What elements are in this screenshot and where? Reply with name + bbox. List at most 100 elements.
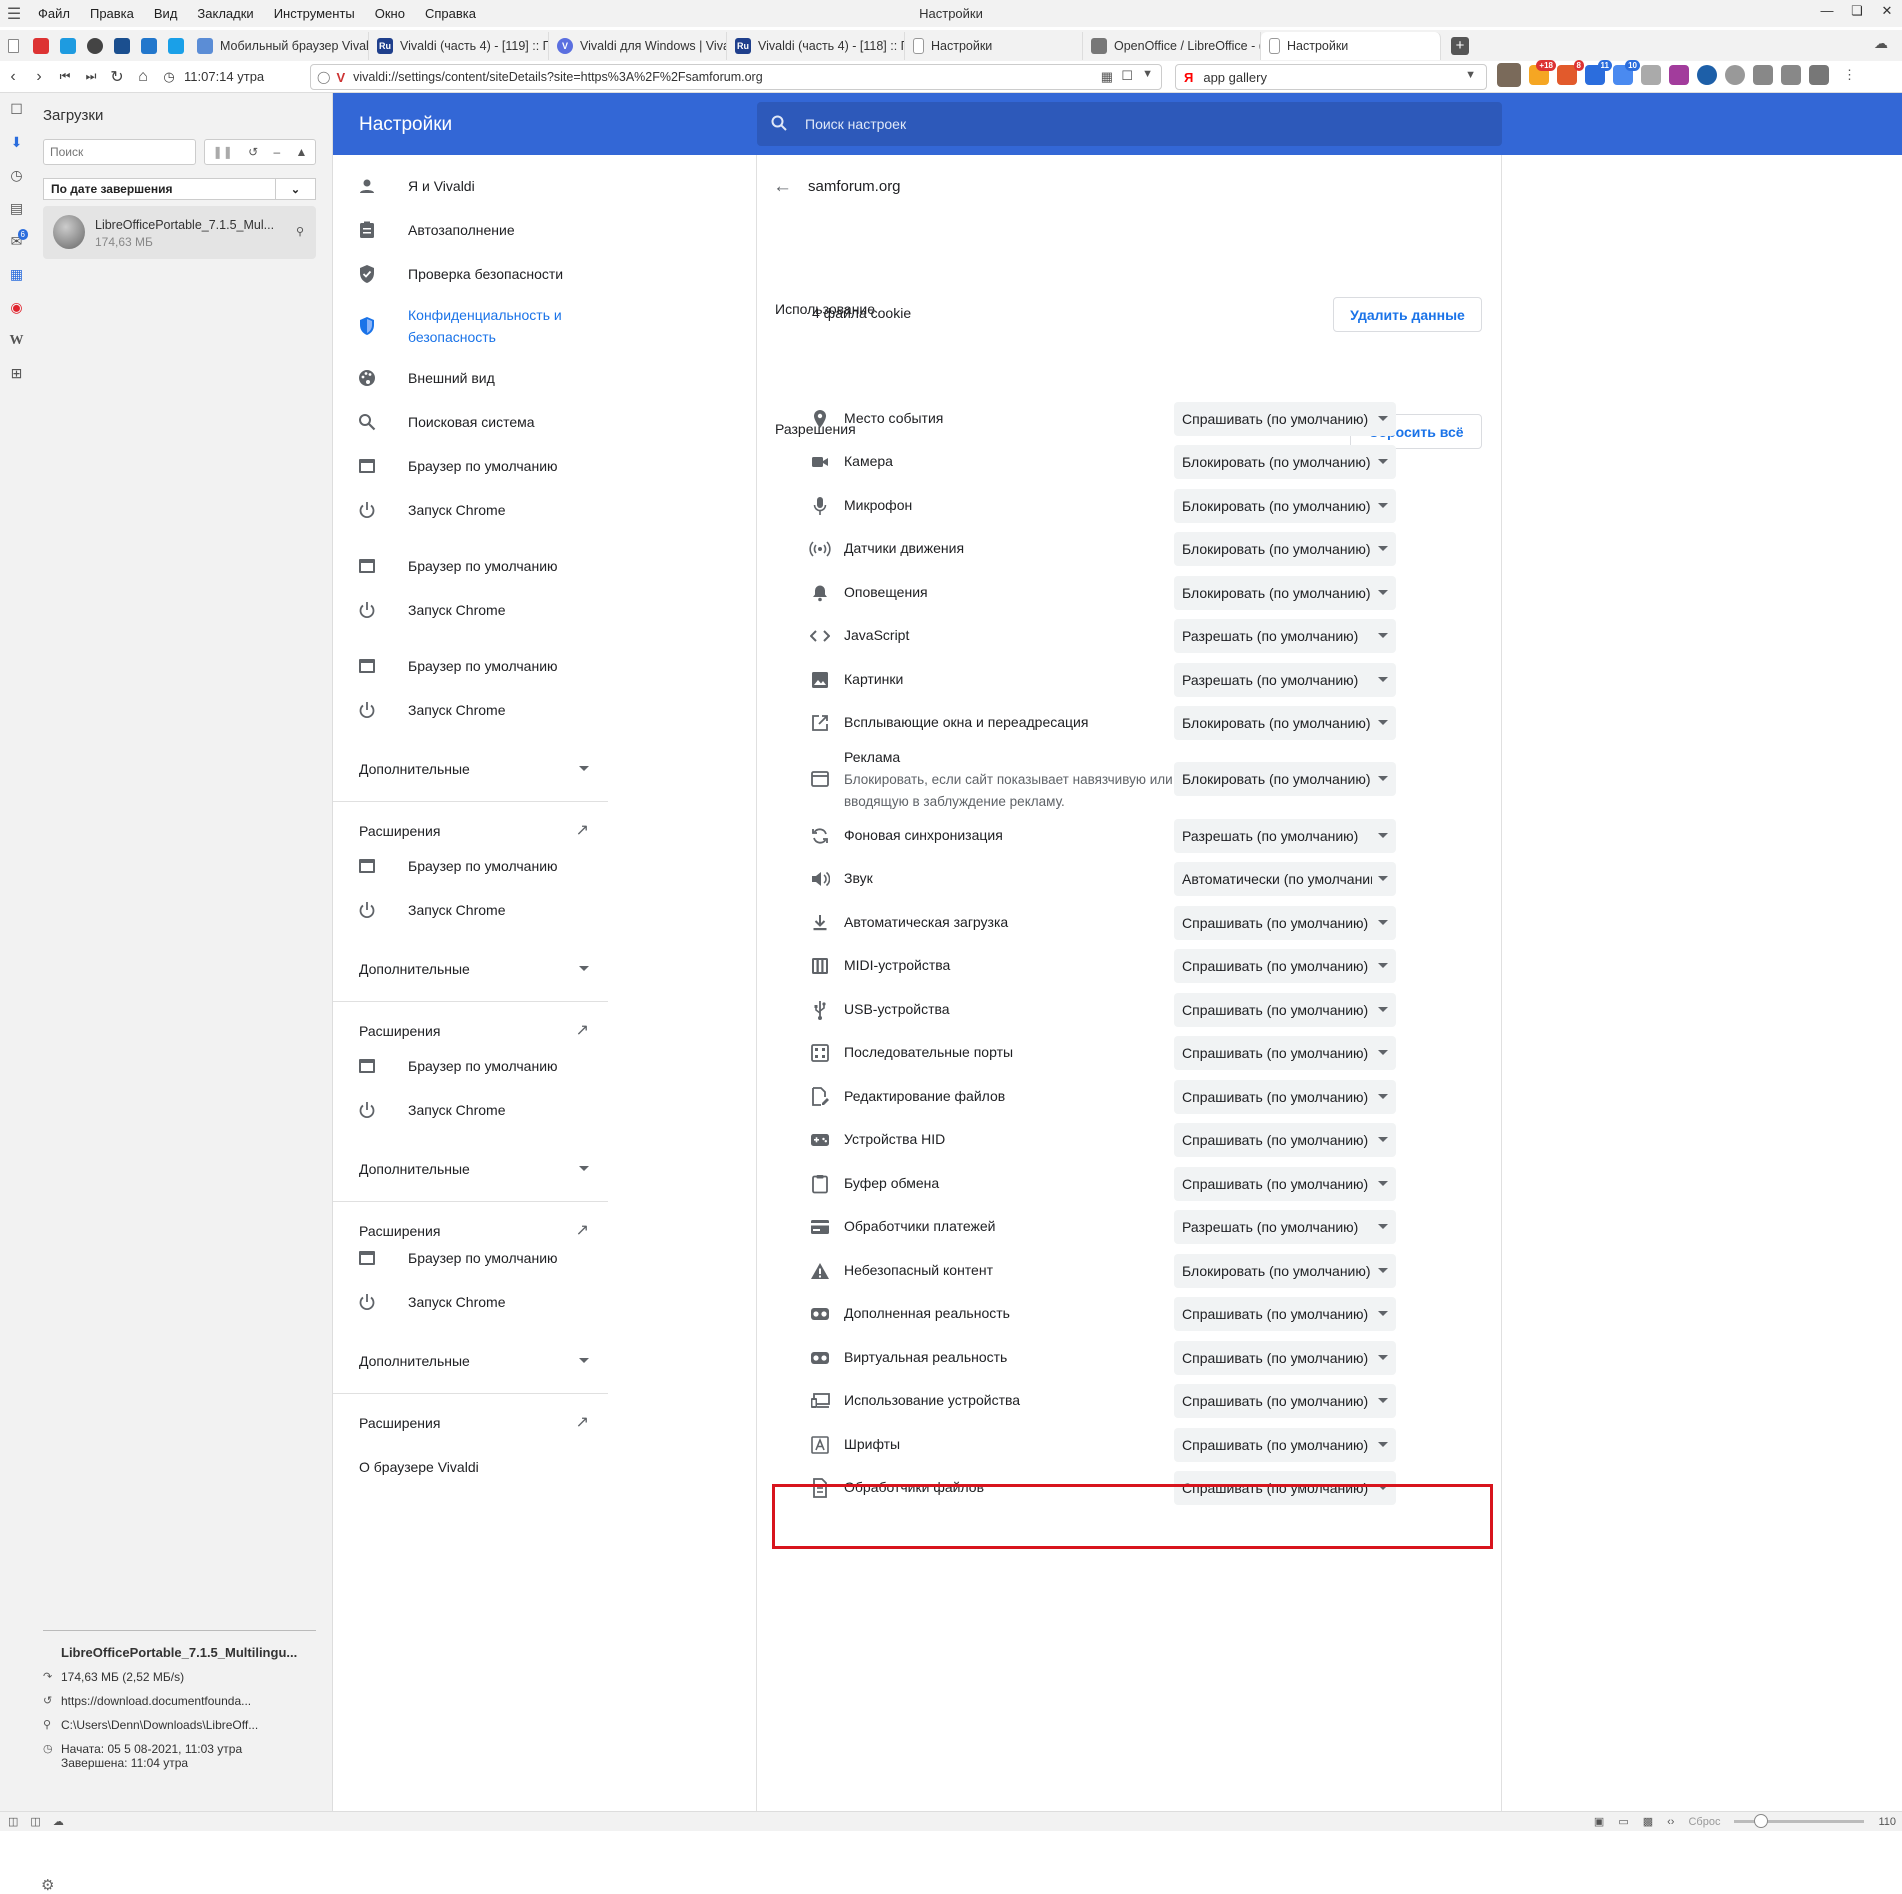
vivaldi-panel-icon[interactable]: ◉ [0,291,33,324]
permission-select[interactable]: Спрашивать (по умолчанию) [1174,1471,1396,1505]
nav-item-search-engine[interactable]: Поисковая система [333,401,608,443]
notes-panel-icon[interactable]: ▤ [0,192,33,225]
tab[interactable]: Ru Vivaldi (часть 4) - [118] :: П [727,31,905,60]
permission-select[interactable]: Спрашивать (по умолчанию) [1174,906,1396,940]
permission-select[interactable]: Разрешать (по умолчанию) [1174,1210,1396,1244]
detail-url[interactable]: https://download.documentfounda... [61,1694,251,1708]
zoom-slider[interactable] [1734,1814,1865,1828]
bookmarks-panel-icon[interactable]: ☐ [0,93,33,126]
permission-select[interactable]: Спрашивать (по умолчанию) [1174,1080,1396,1114]
pinned-tab[interactable] [81,32,108,59]
permission-select[interactable]: Разрешать (по умолчанию) [1174,819,1396,853]
new-tab-button[interactable]: + [1451,36,1469,55]
back-button[interactable]: ‹ [0,63,26,91]
pinned-tab[interactable] [108,32,135,59]
extension-icon[interactable] [1641,65,1661,85]
permission-select[interactable]: Спрашивать (по умолчанию) [1174,1384,1396,1418]
permission-select[interactable]: Блокировать (по умолчанию) [1174,1254,1396,1288]
url-dropdown-icon[interactable]: ▼ [1142,68,1153,80]
home-button[interactable]: ⌂ [130,63,156,91]
history-panel-icon[interactable]: ◷ [0,159,33,192]
menu-help[interactable]: Справка [415,6,486,21]
sync-cloud-icon[interactable]: ☁ [1874,35,1888,52]
nav-item-default-browser[interactable]: Браузер по умолчанию [333,645,608,687]
window-icon[interactable]: ▭ [1618,1815,1628,1828]
menu-bookmarks[interactable]: Закладки [187,6,263,21]
tab-active[interactable]: Настройки [1261,31,1441,60]
tab[interactable]: Настройки [905,31,1083,60]
menu-edit[interactable]: Правка [80,6,144,21]
permission-select[interactable]: Спрашивать (по умолчанию) [1174,1297,1396,1331]
code-icon[interactable]: ‹› [1667,1816,1674,1828]
extension-icon[interactable] [1669,65,1689,85]
pinned-tab[interactable] [27,32,54,59]
permission-select[interactable]: Блокировать (по умолчанию) [1174,762,1396,796]
minimize-icon[interactable]: — [1812,0,1842,24]
nav-item-me[interactable]: Я и Vivaldi [333,165,608,207]
wikipedia-panel-icon[interactable]: W [0,324,33,357]
menu-file[interactable]: Файл [28,6,80,21]
clear-data-button[interactable]: Удалить данные [1333,297,1482,332]
downloads-sort-select[interactable]: По дате завершения ⌄ [43,178,316,200]
nav-item-default-browser[interactable]: Браузер по умолчанию [333,1237,608,1279]
bookmark-icon[interactable]: ☐ [1121,68,1133,84]
forward-button[interactable]: › [26,63,52,91]
retry-icon[interactable]: ↺ [248,145,258,159]
tiling-icon[interactable]: ◫ [30,1815,40,1828]
permission-select[interactable]: Блокировать (по умолчанию) [1174,576,1396,610]
tab[interactable]: Мобильный браузер Vival [189,31,369,60]
pause-icon[interactable]: ❚❚ [213,145,233,159]
detail-path[interactable]: C:\Users\Denn\Downloads\LibreOff... [61,1718,258,1732]
permission-select[interactable]: Спрашивать (по умолчанию) [1174,993,1396,1027]
tab[interactable]: Ru Vivaldi (часть 4) - [119] :: П [369,31,549,60]
nav-advanced[interactable]: Дополнительные [359,1353,589,1369]
permission-select[interactable]: Спрашивать (по умолчанию) [1174,1428,1396,1462]
shield-icon[interactable]: ◯ [317,70,330,84]
close-icon[interactable]: ✕ [1872,0,1902,24]
pinned-tab[interactable] [162,32,189,59]
permission-select[interactable]: Спрашивать (по умолчанию) [1174,1036,1396,1070]
permission-select[interactable]: Блокировать (по умолчанию) [1174,489,1396,523]
permission-select[interactable]: Разрешать (по умолчанию) [1174,663,1396,697]
extension-icon[interactable]: +18 [1529,60,1556,85]
menu-tools[interactable]: Инструменты [264,6,365,21]
nav-advanced[interactable]: Дополнительные [359,761,589,777]
settings-search-input[interactable]: Поиск настроек [757,102,1502,146]
extension-icon[interactable] [1697,65,1717,85]
avatar[interactable] [1497,63,1521,87]
nav-item-startup[interactable]: Запуск Chrome [333,1089,608,1131]
pinned-tab[interactable] [135,32,162,59]
downloads-panel-icon[interactable]: ⬇ [0,126,33,159]
extension-icon[interactable] [1781,65,1801,85]
nav-item-startup[interactable]: Запуск Chrome [333,489,608,531]
menu-view[interactable]: Вид [144,6,188,21]
rewind-button[interactable]: ⏮ [52,63,78,91]
extension-icon[interactable]: 10 [1613,60,1640,85]
nav-about[interactable]: О браузере Vivaldi [359,1459,589,1475]
permission-select[interactable]: Блокировать (по умолчанию) [1174,445,1396,479]
panel-toggle-icon[interactable]: ◫ [8,1815,18,1828]
fast-forward-button[interactable]: ⏭ [78,63,104,91]
pinned-tab[interactable] [54,32,81,59]
pinned-tab[interactable] [0,32,27,59]
vivaldi-menu-icon[interactable]: ☰ [0,0,28,27]
nav-item-default-browser[interactable]: Браузер по умолчанию [333,1045,608,1087]
zoom-slider-handle[interactable] [1754,1814,1769,1828]
tab[interactable]: OpenOffice / LibreOffice - ( [1083,31,1261,60]
nav-item-default-browser[interactable]: Браузер по умолчанию [333,445,608,487]
nav-item-startup[interactable]: Запуск Chrome [333,1281,608,1323]
nav-item-appearance[interactable]: Внешний вид [333,357,608,399]
zoom-reset-label[interactable]: Сброс [1688,1816,1720,1828]
add-panel-icon[interactable]: ⊞ [0,357,33,390]
remove-icon[interactable]: – [273,145,280,159]
search-field[interactable]: Я app gallery ▼ [1175,64,1487,90]
tab[interactable]: V Vivaldi для Windows | Vival [549,31,727,60]
nav-item-startup[interactable]: Запуск Chrome [333,589,608,631]
permission-select[interactable]: Разрешать (по умолчанию) [1174,619,1396,653]
nav-item-startup[interactable]: Запуск Chrome [333,689,608,731]
gear-icon[interactable]: ⚙ [41,1876,54,1894]
back-arrow-icon[interactable]: ← [773,176,792,198]
permission-select[interactable]: Блокировать (по умолчанию) [1174,706,1396,740]
download-item[interactable]: LibreOfficePortable_7.1.5_Mul... 174,63 … [43,206,316,259]
permission-select[interactable]: Спрашивать (по умолчанию) [1174,1123,1396,1157]
